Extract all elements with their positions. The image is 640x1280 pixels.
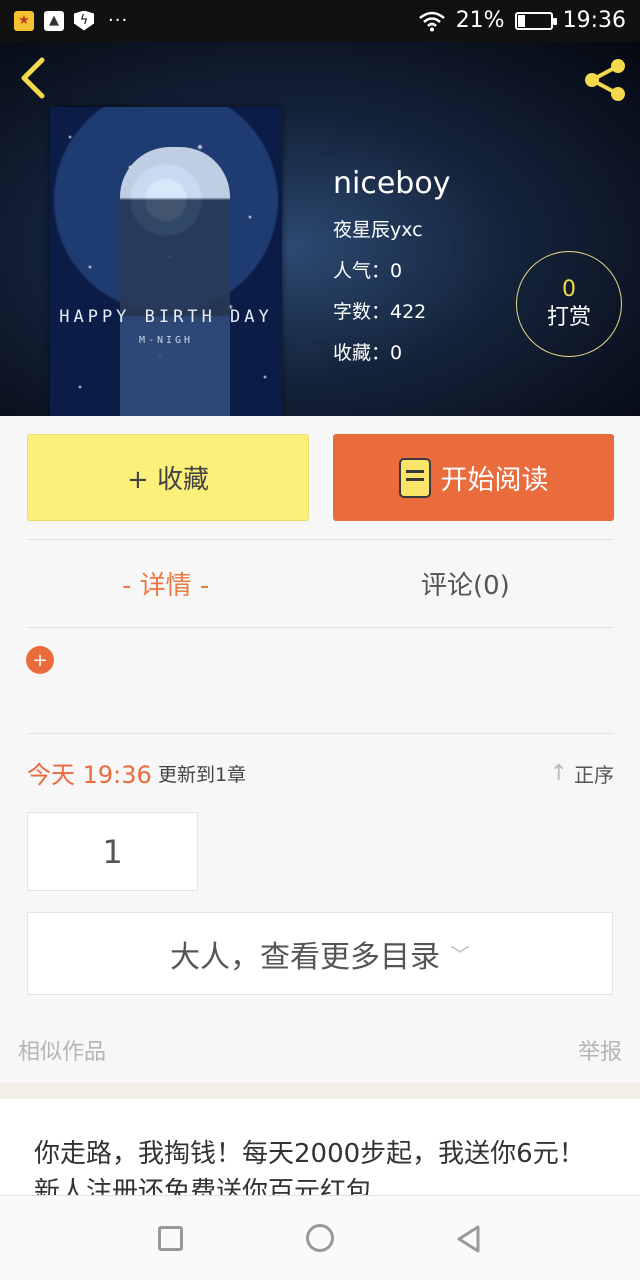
battery-icon: [514, 11, 557, 30]
book-icon: [398, 457, 431, 498]
tab-detail[interactable]: - 详情 -: [122, 565, 209, 602]
book-header: HAPPY BIRTH DAY M-NIGH niceboy 夜星辰yxc 人气…: [0, 42, 640, 416]
arrow-up-icon: ↑: [549, 761, 568, 786]
update-info: 今天 19:36 更新到1章 ↑ 正序: [27, 755, 614, 789]
book-cover[interactable]: HAPPY BIRTH DAY M-NIGH: [50, 107, 282, 416]
ad-text: 你走路，我掏钱！每天2000步起，我送你6元！新人注册还免费送你百元红包: [34, 1139, 585, 1195]
book-info: niceboy 夜星辰yxc 人气：0 字数：422 收藏：0: [333, 166, 450, 379]
collect-button[interactable]: + 收藏: [27, 434, 309, 521]
reward-button[interactable]: 0 打赏: [516, 251, 622, 357]
reward-count: 0: [562, 277, 576, 302]
ad-separator: [0, 1083, 640, 1099]
share-icon[interactable]: [580, 56, 630, 104]
chevron-down-icon: ﹀: [450, 943, 470, 967]
report-link[interactable]: 举报: [578, 1034, 622, 1066]
security-notification-icon: ϟ: [74, 10, 94, 31]
cover-subtitle: M-NIGH: [138, 335, 194, 346]
divider: [27, 627, 614, 628]
update-text: 更新到1章: [158, 764, 247, 786]
more-catalog-button[interactable]: 大人，查看更多目录 ﹀: [27, 912, 613, 995]
battery-percent: 21%: [455, 8, 505, 33]
reward-label: 打赏: [546, 305, 591, 330]
more-catalog-label: 大人，查看更多目录: [170, 939, 440, 975]
ad-banner[interactable]: 你走路，我掏钱！每天2000步起，我送你6元！新人注册还免费送你百元红包: [0, 1099, 640, 1195]
sort-label: 正序: [574, 763, 614, 787]
chapter-item[interactable]: 1: [27, 812, 198, 891]
recent-apps-icon[interactable]: [158, 1226, 183, 1251]
system-navigation-bar: [0, 1195, 640, 1280]
collect-label: + 收藏: [126, 465, 210, 495]
wifi-icon: [418, 11, 445, 31]
cover-title: HAPPY BIRTH DAY: [59, 307, 273, 327]
similar-works-link[interactable]: 相似作品: [18, 1034, 106, 1066]
image-notification-icon: ▲: [44, 10, 64, 31]
divider: [27, 733, 614, 734]
book-popularity: 人气：0: [333, 260, 403, 282]
tab-comment[interactable]: 评论(0): [421, 565, 510, 602]
update-time: 今天 19:36: [27, 761, 152, 789]
nav-back-icon[interactable]: [454, 1224, 484, 1254]
status-bar: ★ ▲ ϟ ··· 21% 19:36: [0, 0, 640, 42]
start-reading-button[interactable]: 开始阅读: [333, 434, 614, 521]
sort-order-button[interactable]: ↑ 正序: [550, 759, 614, 788]
home-icon[interactable]: [306, 1224, 334, 1252]
book-author[interactable]: 夜星辰yxc: [333, 215, 450, 242]
back-icon[interactable]: [14, 56, 54, 100]
book-word-count: 字数：422: [333, 301, 427, 323]
app-notification-icon: ★: [14, 10, 34, 31]
more-notifications-icon: ···: [108, 10, 129, 31]
book-favorites: 收藏：0: [333, 342, 403, 364]
battery-level: [517, 14, 525, 27]
divider: [27, 539, 614, 540]
system-status: 21% 19:36: [418, 8, 626, 33]
clock: 19:36: [562, 8, 626, 33]
cover-character: [120, 147, 230, 416]
book-title: niceboy: [333, 166, 451, 201]
notification-icons: ★ ▲ ϟ ···: [14, 10, 128, 31]
expand-plus-icon[interactable]: +: [26, 646, 54, 674]
start-reading-label: 开始阅读: [440, 465, 549, 496]
